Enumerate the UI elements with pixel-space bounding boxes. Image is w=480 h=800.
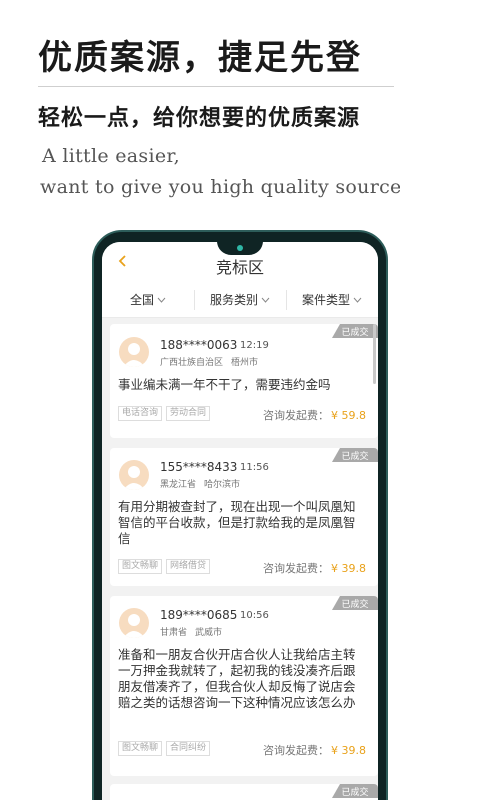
scrollbar[interactable]	[373, 324, 376, 384]
case-card[interactable]: 已成交 189****0685 10:56 甘肃省 武威市 准备和一朋友合伙开店合…	[110, 596, 378, 776]
tag: 电话咨询	[118, 406, 163, 421]
client-location: 甘肃省 武威市	[160, 628, 223, 638]
avatar	[119, 460, 149, 490]
status-badge: 已成交	[332, 784, 378, 798]
filter-label: 服务类别	[209, 293, 258, 307]
divider	[38, 86, 394, 87]
case-card[interactable]: 已成交	[110, 784, 378, 800]
phone-mockup: 竞标区 全国 服务类别 案件类型 已成交 188****0063 12:19 广…	[92, 230, 388, 800]
camera-icon	[237, 245, 243, 251]
phone-notch	[217, 242, 263, 255]
case-question: 准备和一朋友合伙开店合伙人让我给店主转一万押金我就转了，起初我的钱没凑齐后跟朋友…	[118, 647, 356, 710]
case-card[interactable]: 已成交 155****8433 11:56 黑龙江省 哈尔滨市 有用分期被查封了，…	[110, 448, 378, 586]
filter-region[interactable]: 全国	[102, 282, 194, 317]
filter-service-type[interactable]: 服务类别	[194, 282, 286, 317]
case-question: 有用分期被查封了，现在出现一个叫凤凰知智信的平台收款，但是打款给我的是凤凰智信	[118, 499, 356, 546]
consult-fee: 咨询发起费： ¥ 59.8	[263, 409, 366, 422]
status-badge: 已成交	[332, 596, 378, 610]
promo-english-line2: want to give you high quality source	[40, 176, 400, 198]
client-location: 黑龙江省 哈尔滨市	[160, 480, 241, 490]
page-title: 竞标区	[215, 258, 264, 277]
consult-fee: 咨询发起费： ¥ 39.8	[263, 562, 366, 575]
case-card[interactable]: 已成交 188****0063 12:19 广西壮族自治区 梧州市 事业编未满一年…	[110, 324, 378, 438]
client-phone: 155****8433	[160, 460, 238, 474]
tag-list: 图文畅聊 网络借贷	[118, 559, 211, 574]
status-badge: 已成交	[332, 324, 378, 338]
client-location: 广西壮族自治区 梧州市	[160, 358, 259, 368]
client-phone: 189****0685	[160, 608, 238, 622]
avatar	[119, 608, 149, 638]
avatar	[119, 337, 149, 367]
filter-case-type[interactable]: 案件类型	[286, 282, 378, 317]
post-time: 11:56	[240, 462, 269, 473]
filter-bar: 全国 服务类别 案件类型	[102, 282, 378, 318]
tag: 劳动合同	[166, 406, 211, 421]
tag: 图文畅聊	[118, 559, 163, 574]
consult-fee: 咨询发起费： ¥ 39.8	[263, 744, 366, 757]
tag: 网络借贷	[166, 559, 211, 574]
promo-title: 优质案源，捷足先登	[38, 38, 362, 78]
chevron-down-icon	[353, 297, 362, 303]
client-phone: 188****0063	[160, 338, 238, 352]
filter-label: 全国	[129, 293, 154, 307]
promo-english-line1: A little easier,	[42, 145, 181, 167]
post-time: 10:56	[240, 610, 269, 621]
tag: 图文畅聊	[118, 741, 163, 756]
filter-label: 案件类型	[301, 293, 350, 307]
chevron-down-icon	[261, 297, 270, 303]
case-question: 事业编未满一年不干了，需要违约金吗	[118, 377, 331, 392]
app-screen: 竞标区 全国 服务类别 案件类型 已成交 188****0063 12:19 广…	[102, 242, 378, 800]
chevron-down-icon	[157, 297, 166, 303]
tag: 合同纠纷	[166, 741, 211, 756]
tag-list: 电话咨询 劳动合同	[118, 406, 211, 421]
tag-list: 图文畅聊 合同纠纷	[118, 741, 211, 756]
post-time: 12:19	[240, 340, 269, 351]
promo-subtitle: 轻松一点，给你想要的优质案源	[38, 105, 361, 131]
status-badge: 已成交	[332, 448, 378, 462]
